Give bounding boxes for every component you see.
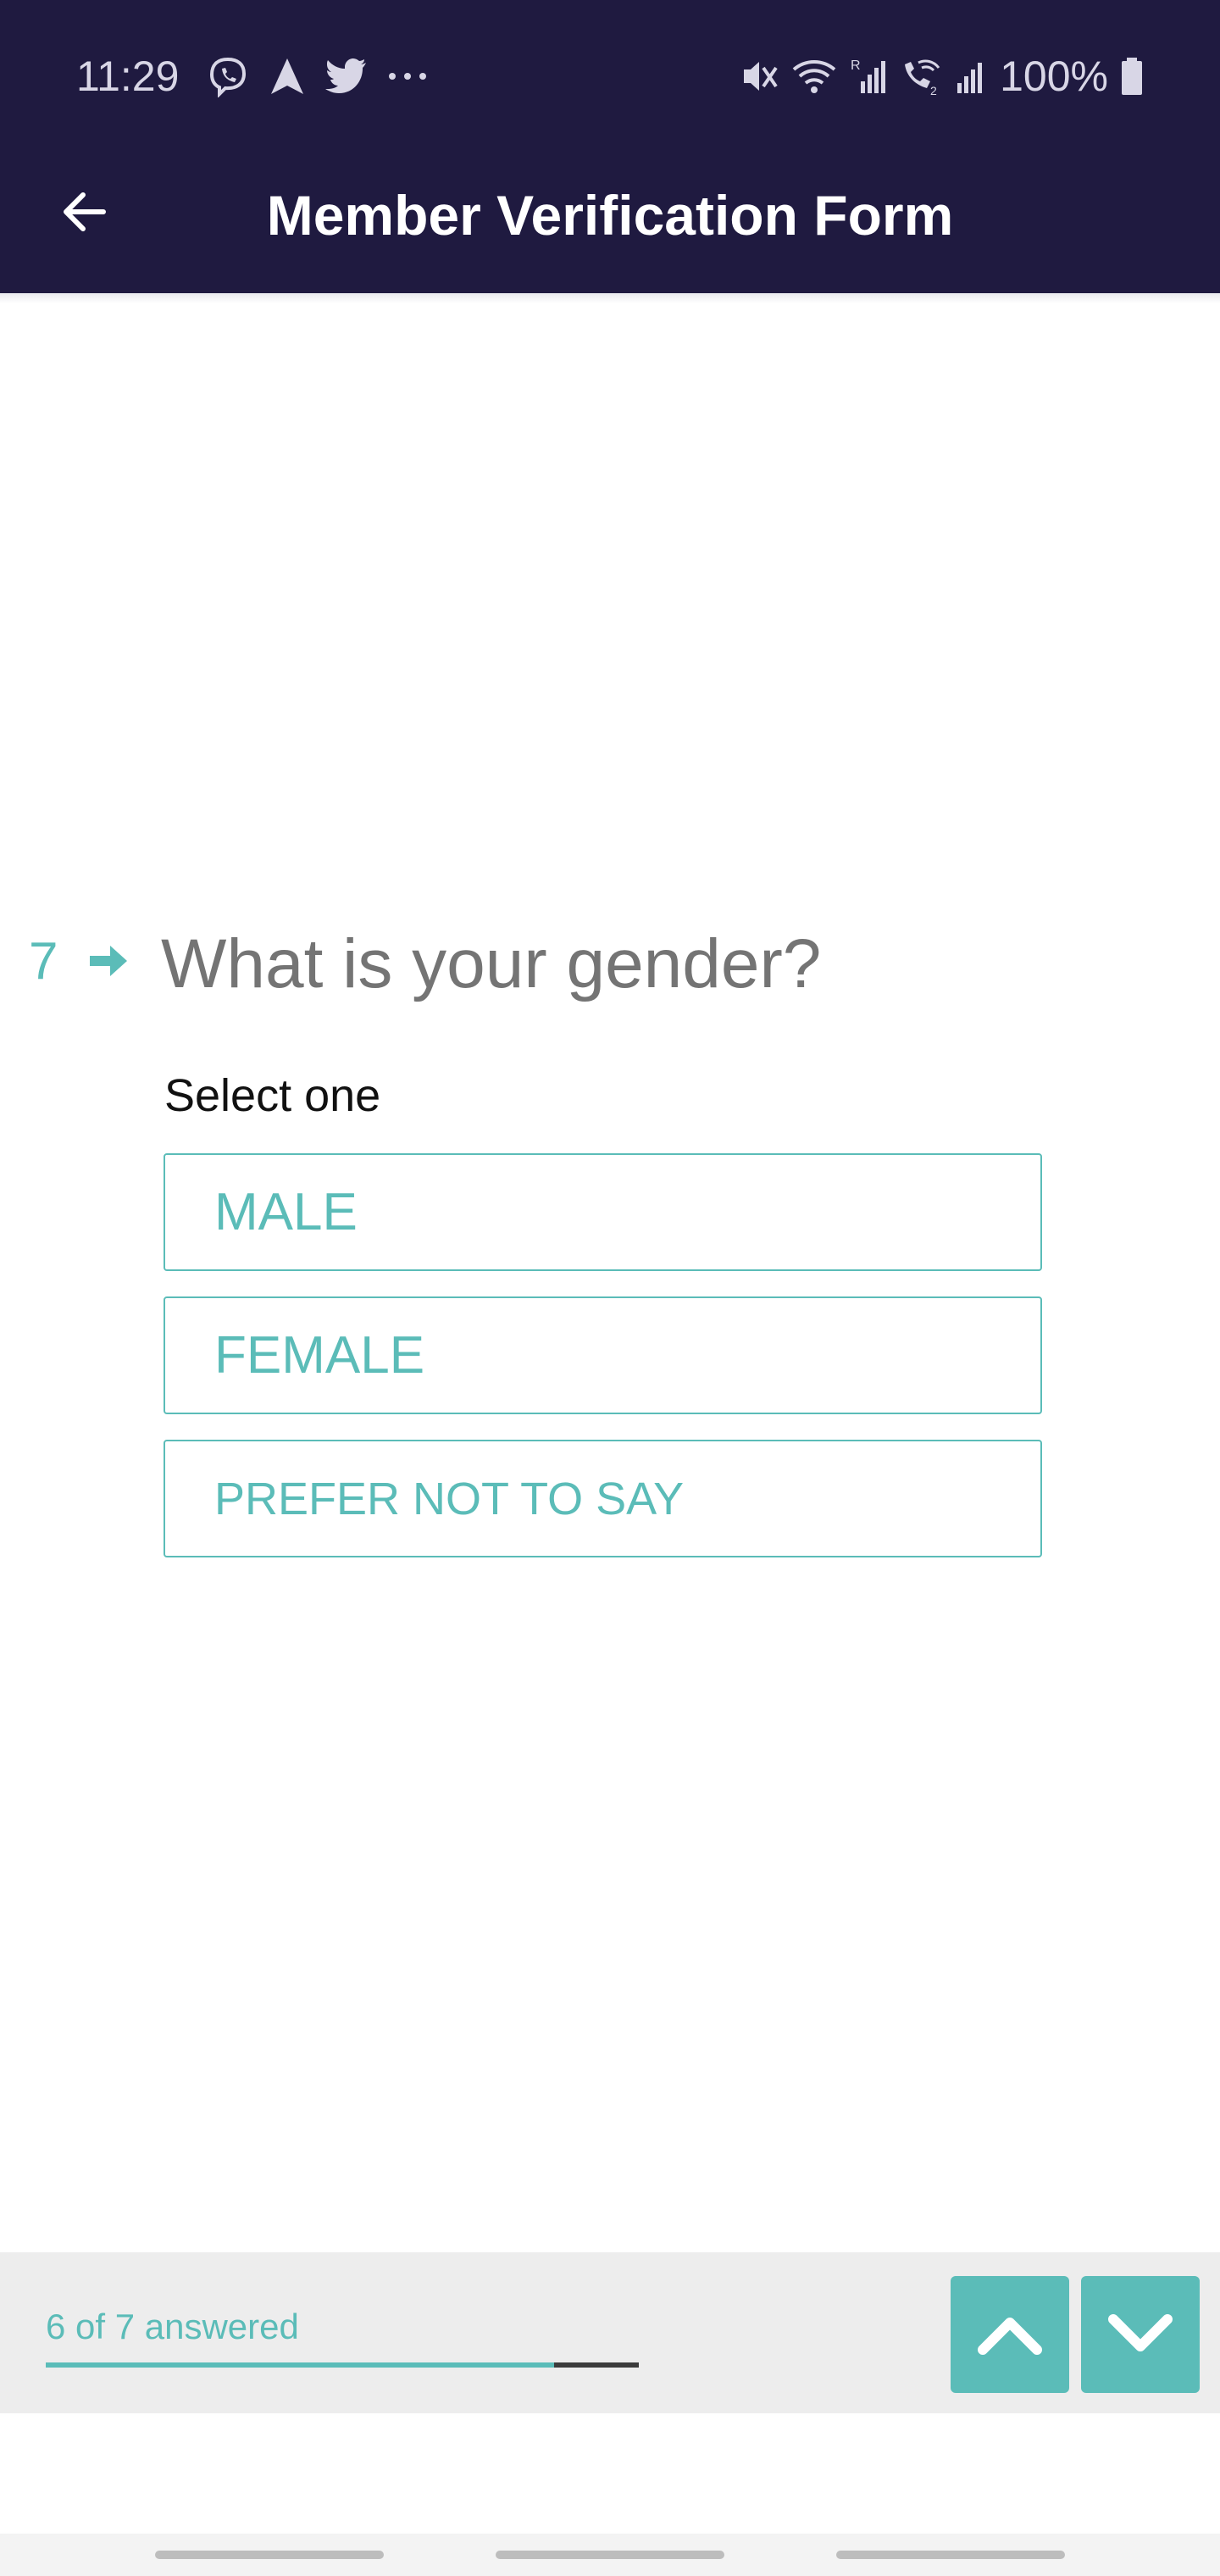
nav-pill-right[interactable] (836, 2551, 1065, 2559)
viber-icon (209, 57, 247, 97)
mute-icon (744, 62, 778, 91)
app-bar: Member Verification Form (0, 153, 1220, 293)
wifi-calling-icon: 2 (905, 59, 940, 97)
next-question-button[interactable] (1081, 2276, 1200, 2393)
status-bar: 11:29 R 2 100% (0, 0, 1220, 153)
more-dots-icon (389, 73, 426, 80)
progress-text: 6 of 7 answered (46, 2307, 299, 2346)
page-title: Member Verification Form (266, 184, 954, 247)
header-shadow (0, 293, 1220, 303)
progress-bar (46, 2362, 639, 2368)
svg-text:R: R (851, 58, 861, 73)
option-male[interactable]: MALE (164, 1153, 1042, 1271)
chevron-up-icon (978, 2318, 1042, 2355)
signal-icon (957, 63, 983, 93)
status-notification-icons (207, 53, 429, 100)
status-system-icons: R 2 100% (739, 51, 1144, 102)
nav-pill-center[interactable] (496, 2551, 724, 2559)
signal-roaming-icon: R (851, 58, 886, 93)
arrow-right-icon (90, 946, 127, 976)
nav-pill-left[interactable] (155, 2551, 384, 2559)
question-text: What is your gender? (161, 925, 822, 1002)
battery-icon (1122, 58, 1142, 95)
wifi-icon (792, 60, 836, 93)
svg-text:2: 2 (930, 84, 937, 97)
option-prefer-not-to-say[interactable]: PREFER NOT TO SAY (164, 1440, 1042, 1557)
top-header: 11:29 R 2 100% Member Verification Form (0, 0, 1220, 293)
navigation-icon (271, 58, 303, 94)
battery-percent: 100% (1000, 53, 1108, 100)
status-time: 11:29 (76, 53, 180, 100)
question-header: 7 What is your gender? (0, 915, 1220, 1008)
form-footer: 6 of 7 answered (0, 2252, 1220, 2413)
progress-bar-fill (46, 2362, 554, 2368)
select-hint: Select one (164, 1070, 381, 1121)
option-female[interactable]: FEMALE (164, 1296, 1042, 1414)
twitter-icon (325, 58, 366, 93)
question-number: 7 (29, 932, 58, 991)
chevron-down-icon (1108, 2314, 1173, 2351)
previous-question-button[interactable] (951, 2276, 1069, 2393)
system-navigation-bar (0, 2534, 1220, 2576)
answer-options: MALE FEMALE PREFER NOT TO SAY (164, 1153, 1042, 1583)
